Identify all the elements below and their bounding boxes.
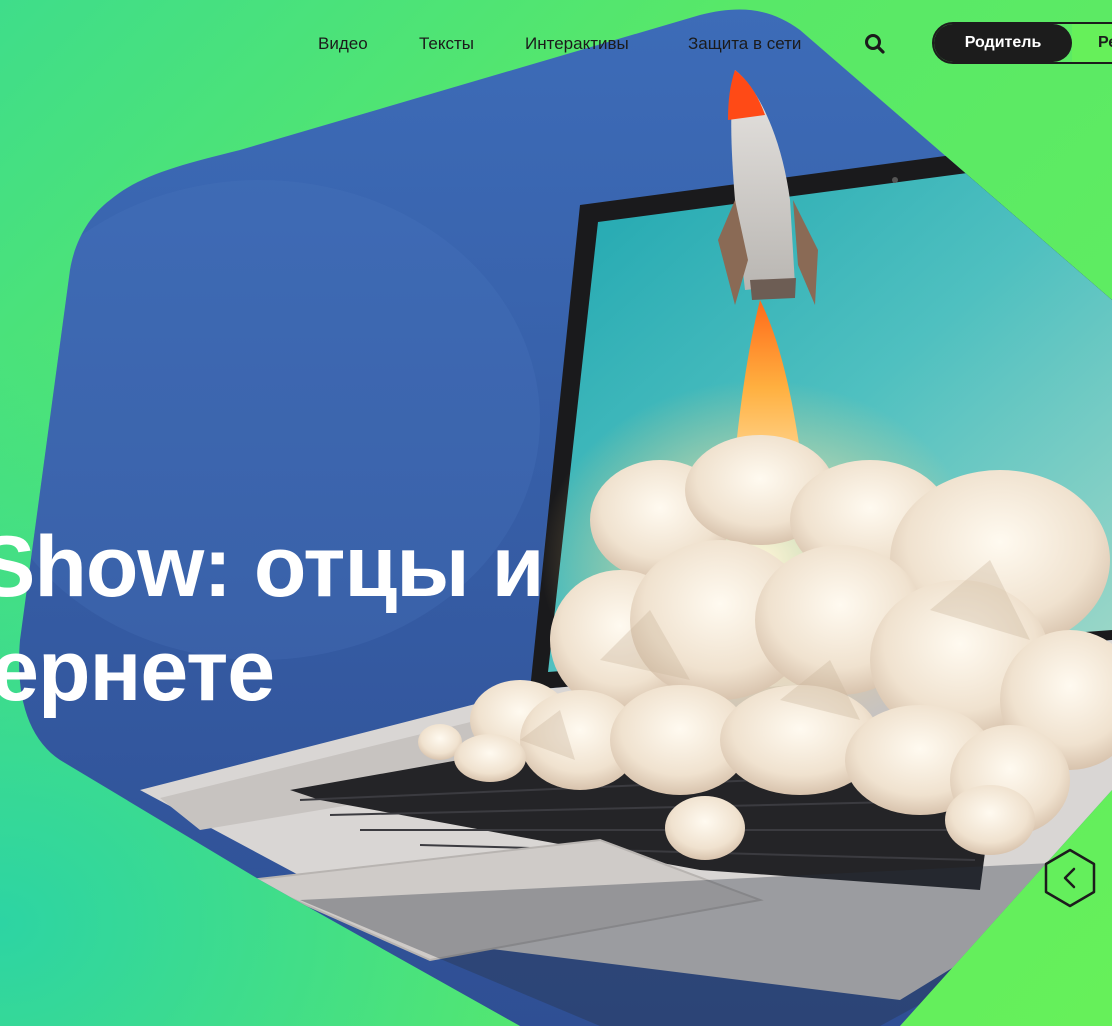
nav-link-texts[interactable]: Тексты: [419, 34, 474, 54]
nav-link-interactives[interactable]: Интерактивы: [525, 34, 629, 54]
search-button[interactable]: [862, 31, 888, 57]
hero-image: [19, 9, 1112, 1026]
role-parent-button[interactable]: Родитель: [934, 24, 1072, 62]
nav-link-online-safety[interactable]: Защита в сети: [688, 34, 801, 54]
search-icon: [865, 34, 885, 54]
chevron-left-icon: [1044, 848, 1096, 908]
nav-link-video[interactable]: Видео: [318, 34, 368, 54]
hero-title-line1: Show: отцы и: [0, 519, 544, 615]
hero-title-line2: тернете: [0, 623, 275, 719]
role-child-button[interactable]: Ре: [1072, 24, 1112, 62]
page: Видео Тексты Интерактивы Защита в сети Р…: [0, 0, 1112, 1026]
hero-title: Show: отцы и тернете: [0, 515, 640, 723]
top-navigation: Видео Тексты Интерактивы Защита в сети Р…: [0, 22, 1112, 66]
carousel-prev-button[interactable]: [1040, 846, 1100, 910]
role-toggle: Родитель Ре: [932, 22, 1112, 64]
